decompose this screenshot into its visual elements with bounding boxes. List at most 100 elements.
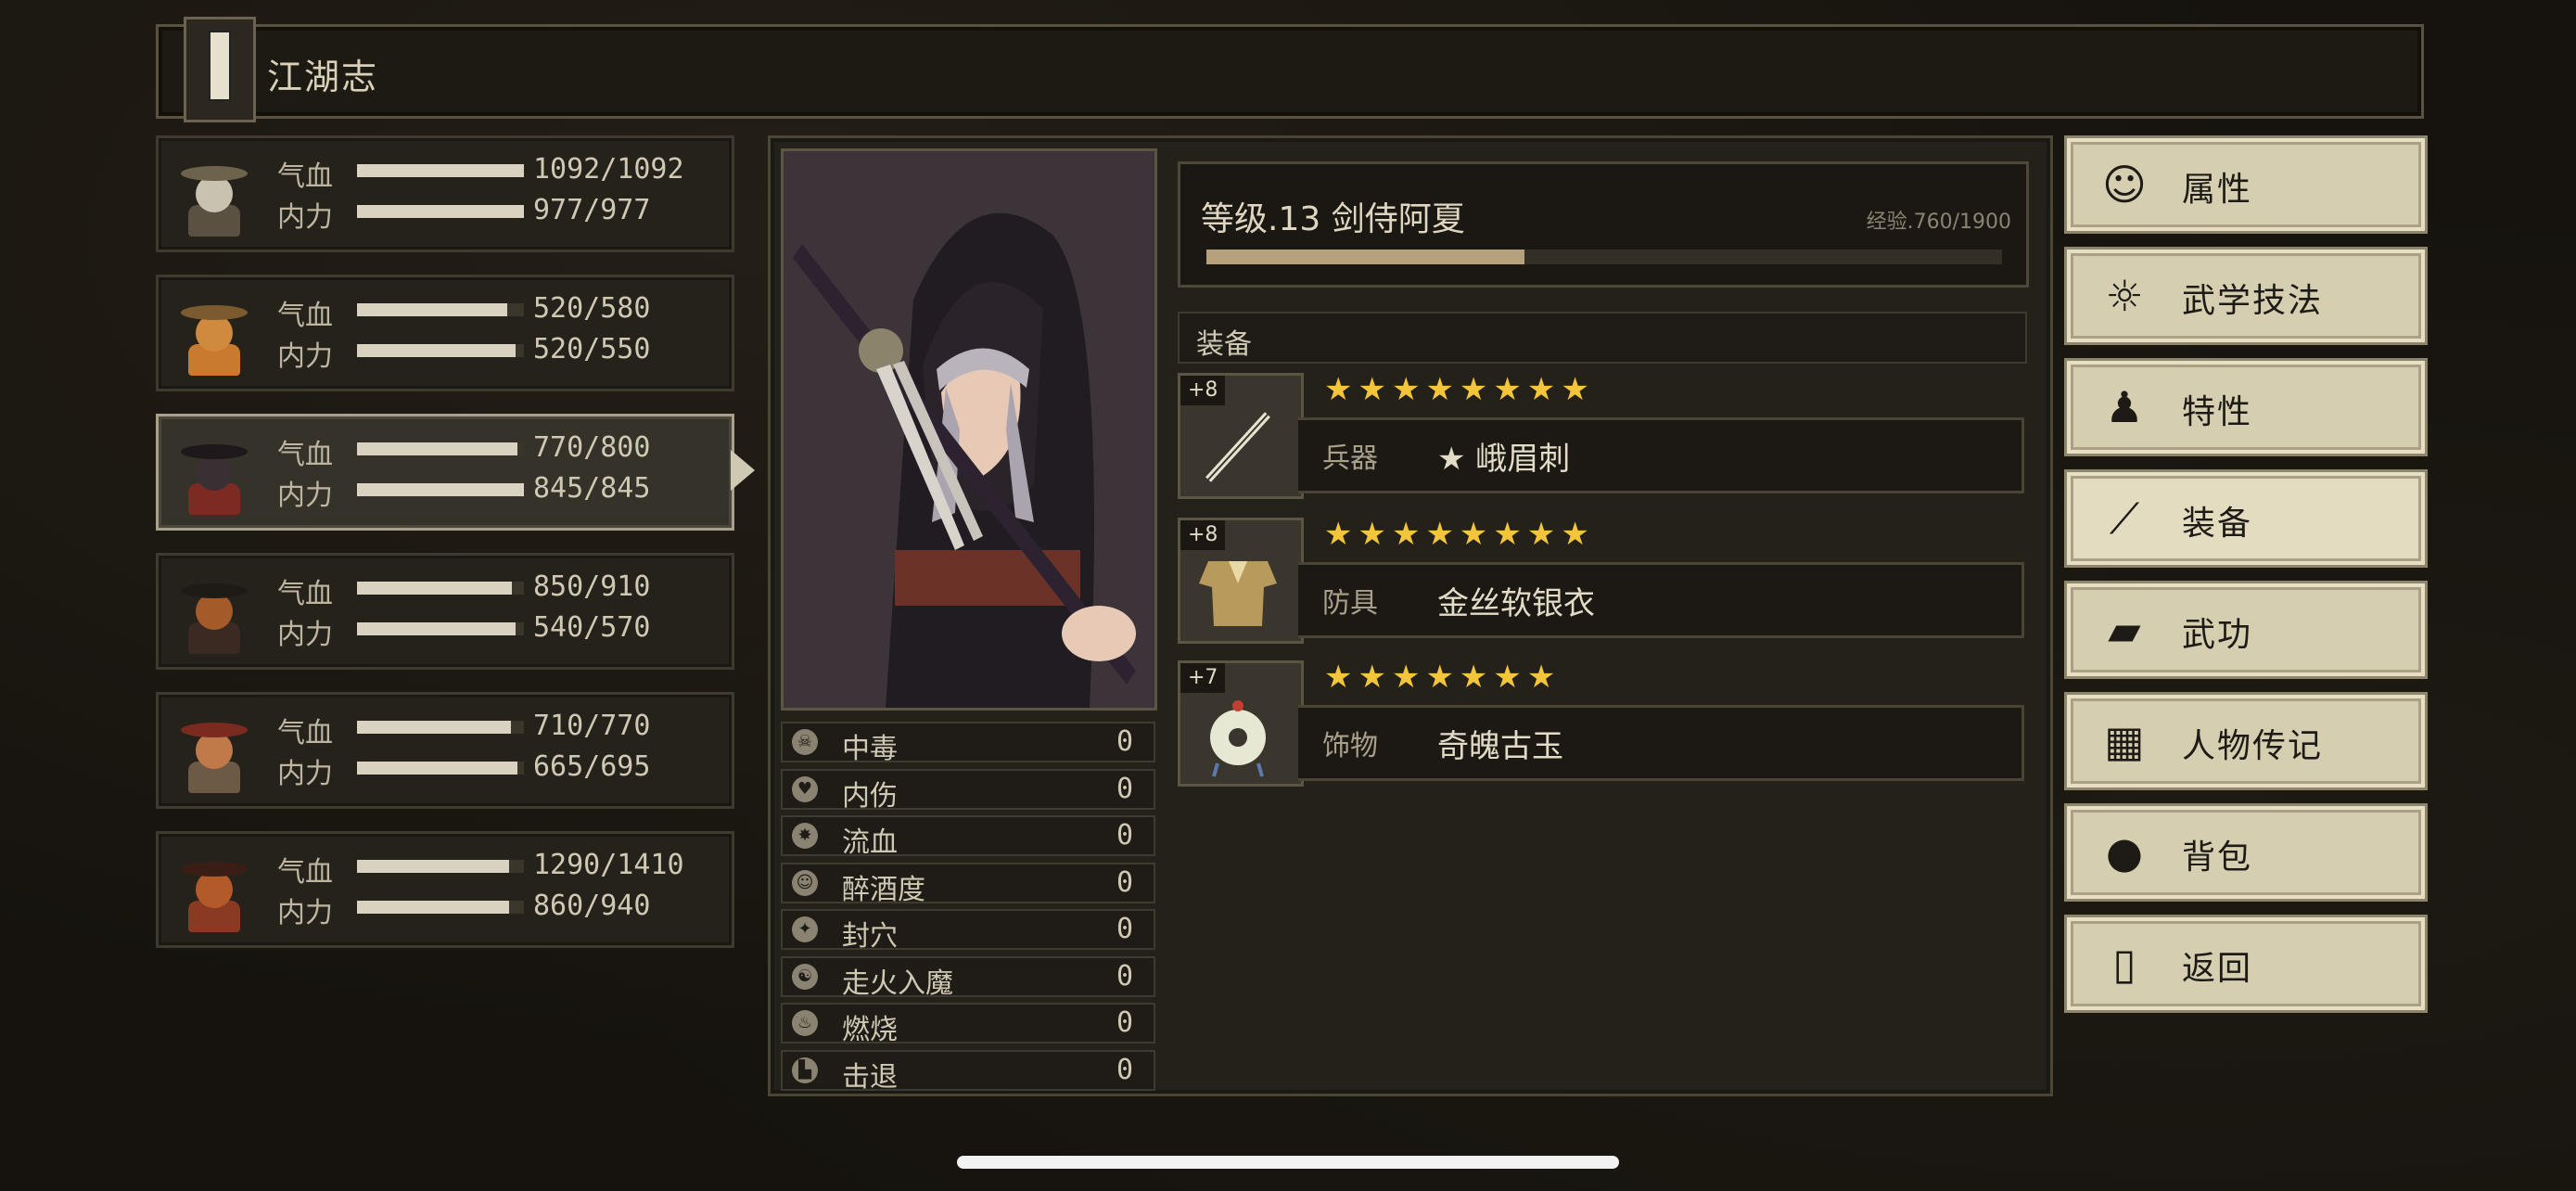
equipment-type: 饰物	[1322, 730, 1378, 762]
person-icon: ☺	[2102, 160, 2147, 210]
equipment-slot[interactable]: +8	[1178, 518, 1304, 644]
menu-label: 背包	[2182, 839, 2253, 877]
hp-label: 气血	[277, 160, 333, 193]
menu-button[interactable]: ▦ 人物传记	[2064, 692, 2428, 790]
equipment-stars: ★★★★★★★	[1324, 659, 1562, 696]
selected-arrow-icon	[731, 450, 755, 491]
page-title: 江湖志	[267, 57, 379, 97]
hp-bar	[357, 721, 524, 734]
status-value: 0	[1116, 865, 1133, 899]
equipment-slot[interactable]: +8	[1178, 373, 1304, 499]
hp-label: 气血	[277, 856, 333, 889]
title-bar	[156, 24, 2424, 119]
party-member-card[interactable]: 气血 520/580 内力 520/550	[156, 275, 734, 391]
equipment-name: 金丝软银衣	[1437, 585, 1595, 622]
menu-button[interactable]: ☼ 武学技法	[2064, 247, 2428, 345]
journal-book-icon	[184, 17, 256, 122]
status-label: 燃烧	[842, 1014, 898, 1046]
party-member-card[interactable]: 气血 1290/1410 内力 860/940	[156, 831, 734, 948]
fire-icon: ♨	[792, 1010, 818, 1036]
equipment-header-label: 装备	[1196, 328, 1252, 361]
equipment-row[interactable]: 饰物 奇魄古玉	[1298, 705, 2024, 781]
acupoint-icon: ✦	[792, 916, 818, 942]
hp-value: 850/910	[533, 570, 651, 603]
trait-icon: ♟	[2105, 382, 2144, 432]
experience-bar-fill	[1206, 250, 1525, 264]
equipment-type: 防具	[1322, 587, 1378, 620]
character-portrait	[781, 148, 1157, 711]
level-box: 等级.13 剑侍阿夏 经验.760/1900	[1178, 161, 2029, 288]
status-label: 醉酒度	[842, 873, 925, 906]
poison-icon: ☠	[792, 729, 818, 755]
status-value: 0	[1116, 1006, 1133, 1039]
menu-button[interactable]: ☺ 属性	[2064, 135, 2428, 234]
menu-button[interactable]: ● 背包	[2064, 803, 2428, 902]
status-row: ☠ 中毒 0	[781, 722, 1155, 765]
status-value: 0	[1116, 819, 1133, 852]
mp-bar	[357, 762, 524, 775]
equipment-name: 奇魄古玉	[1437, 728, 1563, 765]
status-label: 中毒	[842, 733, 898, 765]
status-value: 0	[1116, 959, 1133, 992]
party-member-avatar	[168, 704, 261, 797]
status-row: ♥ 内伤 0	[781, 768, 1155, 813]
menu-label: 人物传记	[2182, 727, 2324, 765]
equipment-stars: ★★★★★★★★	[1324, 371, 1595, 408]
scroll-icon: ▦	[2104, 716, 2145, 766]
hp-bar	[357, 860, 524, 873]
book-icon: ▰	[2108, 605, 2141, 655]
status-row: ☺ 醉酒度 0	[781, 862, 1155, 906]
status-row: ▙ 击退 0	[781, 1049, 1155, 1094]
mp-bar	[357, 622, 524, 635]
mp-label: 内力	[277, 897, 333, 929]
jade-icon	[1180, 689, 1295, 784]
hp-value: 520/580	[533, 292, 651, 325]
mp-label: 内力	[277, 480, 333, 512]
status-value: 0	[1116, 1053, 1133, 1086]
equipment-slot[interactable]: +7	[1178, 660, 1304, 787]
party-member-card[interactable]: 气血 710/770 内力 665/695	[156, 692, 734, 809]
mp-label: 内力	[277, 758, 333, 790]
status-row: ✦ 封穴 0	[781, 909, 1155, 953]
party-member-avatar	[168, 287, 261, 379]
status-value: 0	[1116, 772, 1133, 805]
party-member-avatar	[168, 147, 261, 240]
status-label: 内伤	[842, 779, 898, 813]
status-row: ✸ 流血 0	[781, 815, 1155, 859]
menu-button[interactable]: ▯ 返回	[2064, 915, 2428, 1013]
menu-label: 武学技法	[2182, 282, 2324, 320]
bleed-icon: ✸	[792, 823, 818, 849]
equipment-row[interactable]: 防具 金丝软银衣	[1298, 562, 2024, 638]
sword-icon: ⟋	[2109, 493, 2140, 544]
status-row: ♨ 燃烧 0	[781, 1003, 1155, 1046]
party-member-avatar	[168, 565, 261, 658]
hp-label: 气血	[277, 439, 333, 471]
status-label: 流血	[842, 826, 898, 859]
menu-label: 特性	[2182, 393, 2253, 431]
status-label: 走火入魔	[842, 967, 953, 1000]
menu-button[interactable]: ⟋ 装备	[2064, 469, 2428, 568]
menu-button[interactable]: ♟ 特性	[2064, 358, 2428, 456]
enhance-level: +8	[1180, 376, 1226, 405]
equipment-row[interactable]: 兵器 ★ 峨眉刺	[1298, 417, 2024, 493]
weapon-icon	[1180, 402, 1295, 496]
party-member-avatar	[168, 843, 261, 936]
mp-value: 540/570	[533, 611, 651, 644]
mp-value: 977/977	[533, 194, 651, 226]
party-member-card[interactable]: 气血 850/910 内力 540/570	[156, 553, 734, 670]
drunk-icon: ☺	[792, 869, 818, 896]
menu-button[interactable]: ▰ 武功	[2064, 581, 2428, 679]
qi-deviation-icon: ☯	[792, 963, 818, 990]
menu-label: 武功	[2182, 616, 2253, 654]
status-value: 0	[1116, 913, 1133, 945]
martial-arts-icon: ☼	[2105, 271, 2144, 321]
home-indicator[interactable]	[957, 1156, 1619, 1169]
hp-value: 770/800	[533, 431, 651, 464]
experience-bar	[1206, 250, 2002, 264]
hp-value: 710/770	[533, 710, 651, 742]
equipment-stars: ★★★★★★★★	[1324, 516, 1595, 553]
equipment-header: 装备	[1178, 312, 2027, 364]
party-member-card[interactable]: 气血 770/800 内力 845/845	[156, 414, 734, 531]
party-member-card[interactable]: 气血 1092/1092 内力 977/977	[156, 135, 734, 252]
character-level-title: 等级.13 剑侍阿夏	[1201, 200, 1465, 238]
